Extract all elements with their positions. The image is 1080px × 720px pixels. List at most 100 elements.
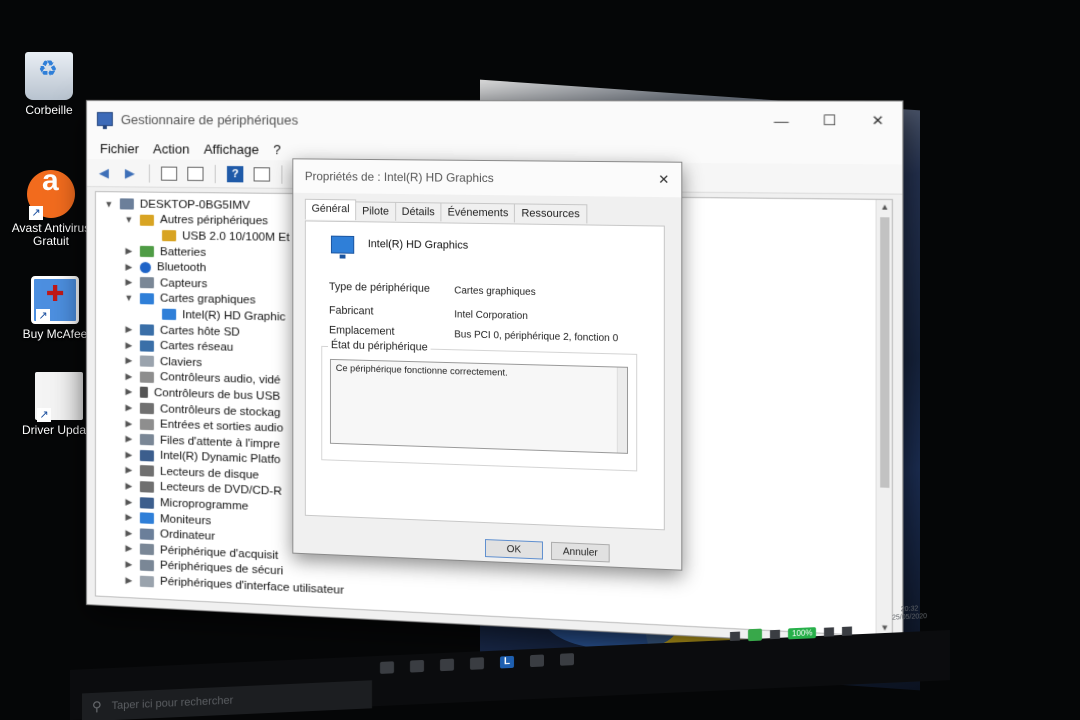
expander-icon[interactable]: ▼ (122, 215, 136, 225)
shortcut-arrow-icon: ↗ (29, 206, 43, 220)
back-arrow-icon[interactable]: ◀ (93, 163, 115, 183)
console-tree-icon (161, 166, 178, 181)
sensor-icon (139, 277, 154, 289)
network-adapter-icon (139, 339, 154, 352)
expander-icon[interactable]: ▶ (122, 574, 136, 586)
tree-node-label: Batteries (160, 245, 206, 259)
toolbar-separator (148, 163, 150, 183)
expander-icon[interactable]: ▶ (122, 418, 136, 430)
device-status-textbox[interactable]: Ce périphérique fonctionne correctement. (329, 358, 629, 454)
general-tab-panel: Intel(R) HD Graphics Type de périphériqu… (304, 220, 665, 531)
dvd-icon (139, 481, 154, 493)
imaging-icon (139, 543, 154, 556)
tab-details[interactable]: Détails (394, 201, 442, 222)
expander-icon[interactable]: ▼ (122, 293, 136, 303)
desktop-icon-recycle-bin[interactable]: Corbeille (4, 52, 94, 117)
mail-icon[interactable] (530, 654, 544, 668)
desktop: Corbeille ↗ Avast Antivirus Gratuit ↗ Bu… (0, 0, 1080, 720)
expander-icon[interactable]: ▶ (122, 324, 136, 335)
expander-icon[interactable]: ▶ (122, 465, 136, 477)
manufacturer-value: Intel Corporation (454, 309, 528, 323)
tree-node-label: DESKTOP-0BG5IMV (139, 198, 250, 212)
file-explorer-icon[interactable] (440, 658, 454, 672)
status-scrollbar[interactable] (616, 367, 627, 453)
usb-icon (139, 387, 148, 399)
taskbar-search-box[interactable]: ⚲ Taper ici pour rechercher (82, 680, 372, 720)
edge-icon[interactable] (410, 659, 424, 673)
taskbar-pinned-apps: L (380, 653, 574, 674)
expander-icon[interactable]: ▶ (122, 559, 136, 571)
view-button[interactable] (251, 164, 274, 185)
desktop-icon-label: Avast Antivirus Gratuit (11, 221, 91, 248)
scroll-up-icon[interactable]: ▲ (877, 200, 893, 215)
store-icon[interactable] (470, 657, 484, 670)
help-icon: ? (226, 165, 244, 182)
expander-icon[interactable]: ▶ (122, 543, 136, 555)
avast-tray-icon[interactable] (748, 628, 762, 642)
expander-icon[interactable]: ▶ (122, 480, 136, 492)
expander-icon[interactable]: ▶ (122, 496, 136, 508)
network-icon[interactable] (824, 626, 835, 637)
ok-button[interactable]: OK (484, 539, 543, 560)
tree-node-label: Cartes réseau (160, 339, 234, 354)
expander-icon[interactable]: ▶ (122, 449, 136, 461)
expander-icon[interactable]: ▶ (122, 277, 136, 288)
tab-events[interactable]: Événements (440, 202, 516, 223)
monitor-icon (139, 512, 154, 525)
close-button[interactable]: ✕ (854, 105, 903, 138)
expander-icon[interactable]: ▶ (122, 527, 136, 539)
battery-indicator[interactable]: 100% (788, 626, 817, 639)
show-hide-console-tree-button[interactable] (158, 163, 180, 183)
tree-node-label: Cartes hôte SD (160, 324, 240, 339)
tray-chevron-icon[interactable] (730, 631, 740, 641)
menu-fichier[interactable]: Fichier (93, 139, 146, 158)
device-manager-titlebar[interactable]: Gestionnaire de périphériques — ☐ ✕ (86, 101, 903, 141)
expander-icon[interactable]: ▶ (122, 261, 136, 272)
computer-icon (119, 198, 134, 210)
properties-button[interactable] (184, 163, 206, 183)
shortcut-arrow-icon: ↗ (37, 408, 51, 422)
volume-icon[interactable] (842, 625, 853, 636)
close-icon[interactable]: ✕ (646, 172, 681, 189)
vertical-scrollbar[interactable]: ▲ ▼ (875, 199, 893, 637)
tab-resources[interactable]: Ressources (514, 203, 587, 224)
properties-dialog: Propriétés de : Intel(R) HD Graphics ✕ G… (292, 158, 683, 571)
expander-icon[interactable]: ▶ (122, 433, 136, 445)
task-view-icon[interactable] (380, 661, 394, 674)
desktop-icon-avast[interactable]: ↗ Avast Antivirus Gratuit (6, 170, 96, 248)
expander-icon[interactable]: ▶ (122, 512, 136, 524)
app-l-icon[interactable]: L (500, 655, 514, 669)
taskbar-clock[interactable]: 20:32 25/05/2020 (892, 605, 927, 623)
location-value: Bus PCI 0, périphérique 2, fonction 0 (454, 329, 619, 345)
expander-icon[interactable]: ▶ (122, 355, 136, 366)
expander-icon[interactable]: ▶ (122, 402, 136, 413)
forward-arrow-icon[interactable]: ▶ (119, 163, 141, 183)
menu-action[interactable]: Action (146, 139, 197, 158)
maximize-button[interactable]: ☐ (805, 105, 853, 137)
expander-icon[interactable]: ▼ (102, 199, 116, 209)
help-button[interactable]: ? (224, 163, 247, 183)
keyboard-icon (139, 355, 154, 368)
unknown-device-icon (162, 230, 177, 242)
menu-affichage[interactable]: Affichage (197, 139, 266, 159)
dialog-titlebar[interactable]: Propriétés de : Intel(R) HD Graphics ✕ (293, 159, 682, 198)
menu-help[interactable]: ? (266, 139, 288, 158)
cancel-button[interactable]: Annuler (551, 541, 610, 563)
tab-general[interactable]: Général (304, 198, 357, 221)
expander-icon[interactable]: ▶ (122, 340, 136, 351)
device-manager-taskbar-icon[interactable] (560, 653, 574, 666)
expander-icon[interactable]: ▶ (122, 246, 136, 257)
window-title: Gestionnaire de périphériques (120, 111, 299, 128)
minimize-button[interactable]: — (757, 105, 805, 137)
tree-node-label: Ordinateur (160, 528, 216, 544)
expander-icon[interactable]: ▶ (122, 371, 136, 382)
toolbar-separator (214, 164, 216, 183)
tray-app-icon[interactable] (770, 629, 780, 639)
expander-icon[interactable]: ▶ (122, 386, 136, 397)
scrollbar-thumb[interactable] (880, 217, 890, 488)
battery-icon (139, 245, 154, 258)
tab-driver[interactable]: Pilote (355, 201, 396, 221)
display-adapter-icon (162, 309, 177, 321)
chip-icon (139, 449, 154, 462)
tab-strip: Général Pilote Détails Événements Ressou… (304, 198, 587, 224)
